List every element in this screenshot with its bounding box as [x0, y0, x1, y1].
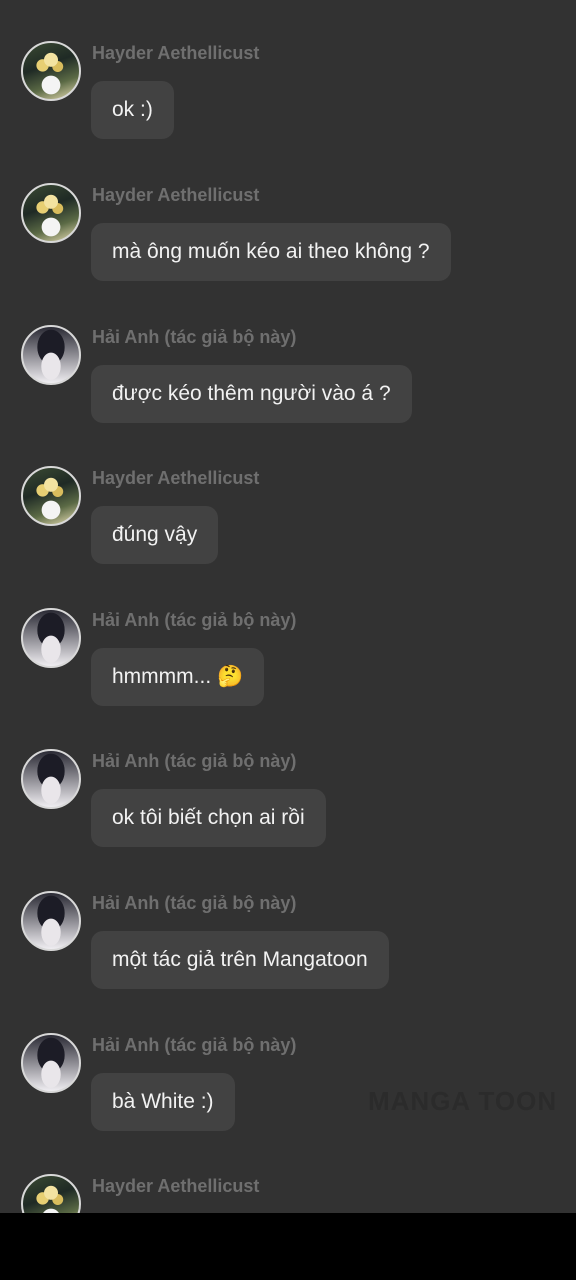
chat-message: Hayder Aethellicust mà ông muốn kéo ai t…	[0, 183, 576, 303]
message-bubble[interactable]: một tác giả trên Mangatoon	[91, 931, 389, 989]
chat-thread: Hayder Aethellicust ok :) Hayder Aethell…	[0, 0, 576, 1213]
sender-name: Hải Anh (tác giả bộ này)	[92, 610, 297, 630]
chat-message: Hải Anh (tác giả bộ này) hmmmm... 🤔	[0, 608, 576, 728]
sender-name: Hayder Aethellicust	[92, 1176, 260, 1196]
avatar[interactable]	[21, 1174, 81, 1213]
sender-name: Hải Anh (tác giả bộ này)	[92, 751, 297, 771]
message-bubble[interactable]: đúng vậy	[91, 506, 219, 564]
sender-name: Hayder Aethellicust	[92, 43, 260, 63]
watermark-logo: MANGA TOON	[368, 1086, 558, 1116]
avatar[interactable]	[21, 325, 81, 385]
message-bubble[interactable]: bà White :)	[91, 1073, 235, 1131]
message-bubble[interactable]: mà ông muốn kéo ai theo không ?	[91, 223, 451, 281]
chat-message: Hayder Aethellicust	[0, 1174, 576, 1213]
sender-name: Hayder Aethellicust	[92, 185, 260, 205]
message-bubble[interactable]: ok tôi biết chọn ai rồi	[91, 789, 326, 847]
chat-message: Hayder Aethellicust đúng vậy	[0, 466, 576, 586]
sender-name: Hải Anh (tác giả bộ này)	[92, 893, 297, 913]
message-bubble[interactable]: hmmmm... 🤔	[91, 648, 265, 706]
sender-name: Hải Anh (tác giả bộ này)	[92, 327, 297, 347]
chat-message: Hải Anh (tác giả bộ này) một tác giả trê…	[0, 891, 576, 1011]
chat-message: Hải Anh (tác giả bộ này) được kéo thêm n…	[0, 325, 576, 445]
sender-name: Hayder Aethellicust	[92, 468, 260, 488]
avatar[interactable]	[21, 608, 81, 668]
avatar[interactable]	[21, 41, 81, 101]
avatar[interactable]	[21, 891, 81, 951]
message-bubble[interactable]: được kéo thêm người vào á ?	[91, 365, 412, 423]
avatar[interactable]	[21, 749, 81, 809]
chat-message: Hải Anh (tác giả bộ này) ok tôi biết chọ…	[0, 749, 576, 869]
avatar[interactable]	[21, 466, 81, 526]
message-bubble[interactable]: ok :)	[91, 81, 174, 139]
chat-message: Hayder Aethellicust ok :)	[0, 41, 576, 161]
sender-name: Hải Anh (tác giả bộ này)	[92, 1035, 297, 1055]
avatar[interactable]	[21, 1033, 81, 1093]
avatar[interactable]	[21, 183, 81, 243]
bottom-bar	[0, 1213, 576, 1280]
